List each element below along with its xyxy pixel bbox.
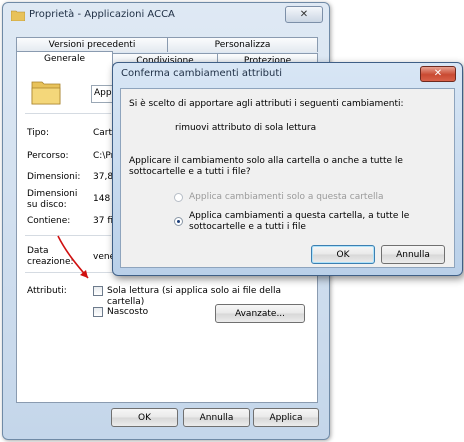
option-all-radio[interactable]: [174, 217, 183, 226]
option-all-label: Applica cambiamenti a questa cartella, a…: [189, 211, 410, 232]
readonly-checkbox[interactable]: [93, 286, 103, 296]
close-button[interactable]: ✕: [285, 6, 323, 23]
hidden-label: Nascosto: [107, 307, 149, 317]
attributes-label: Attributi:: [27, 286, 67, 296]
option-folder-only-label: Applica cambiamenti solo a questa cartel…: [189, 192, 384, 202]
tab-generale[interactable]: Generale: [16, 51, 113, 69]
ok-button[interactable]: OK: [111, 408, 178, 427]
folder-icon: [31, 81, 61, 105]
separator: [25, 113, 111, 114]
dialog-cancel-button[interactable]: Annulla: [381, 245, 445, 264]
size-label: Dimensioni:: [27, 172, 81, 182]
cancel-button[interactable]: Annulla: [183, 408, 250, 427]
path-label: Percorso:: [27, 151, 69, 161]
advanced-button[interactable]: Avanzate...: [215, 304, 305, 323]
dialog-ok-button[interactable]: OK: [311, 245, 375, 264]
hidden-checkbox[interactable]: [93, 307, 103, 317]
window-title: Proprietà - Applicazioni ACCA: [29, 9, 175, 20]
tab-personalizza[interactable]: Personalizza: [167, 37, 318, 52]
dialog-body: Si è scelto di apportare agli attributi …: [120, 88, 455, 268]
contains-label: Contiene:: [27, 216, 71, 226]
type-label: Tipo:: [27, 128, 49, 138]
dialog-close-button[interactable]: ✕: [420, 66, 456, 82]
created-label: Data creazione:: [27, 246, 74, 267]
dialog-intro: Si è scelto di apportare agli attributi …: [129, 99, 404, 109]
dialog-question: Applicare il cambiamento solo alla carte…: [129, 156, 403, 177]
separator: [25, 235, 111, 236]
dialog-title: Conferma cambiamenti attributi: [121, 68, 283, 79]
apply-button[interactable]: Applica: [253, 408, 319, 427]
confirm-attributes-dialog: Conferma cambiamenti attributi ✕ Si è sc…: [112, 62, 463, 276]
size-on-disk-label: Dimensioni su disco:: [27, 189, 78, 210]
folder-icon: [11, 10, 25, 21]
size-value: 37,8: [93, 172, 114, 182]
tab-versioni-precedenti[interactable]: Versioni precedenti: [16, 37, 168, 52]
option-folder-only-radio[interactable]: [174, 193, 183, 202]
dialog-change: rimuovi attributo di sola lettura: [175, 123, 317, 133]
title-bar[interactable]: Proprietà - Applicazioni ACCA ✕: [3, 3, 329, 27]
